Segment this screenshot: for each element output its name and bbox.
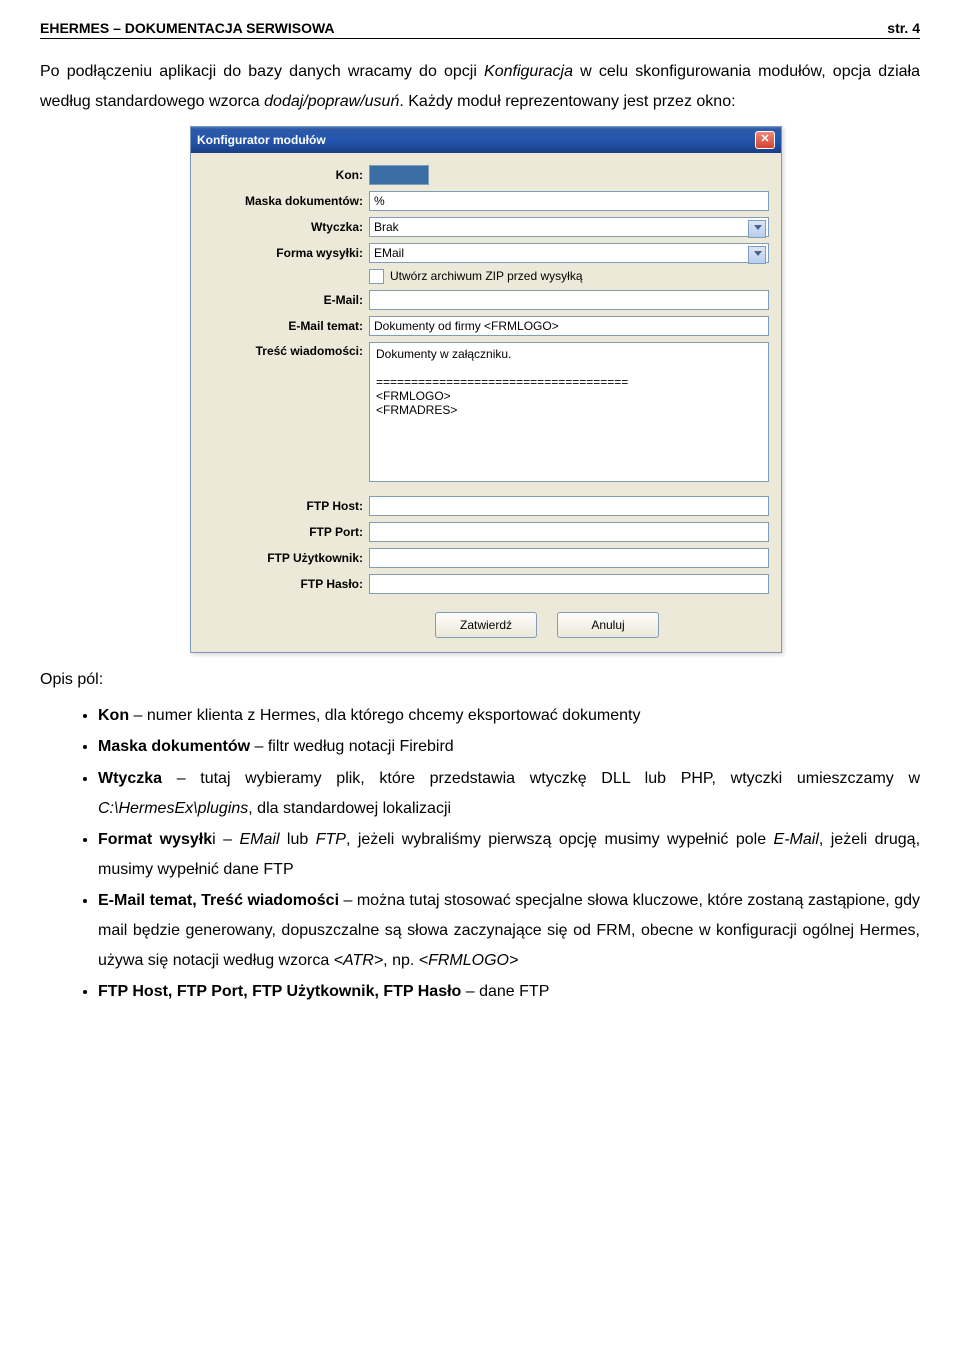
label-wtyczka: Wtyczka: xyxy=(203,220,369,234)
list-item: Format wysyłki – EMail lub FTP, jeżeli w… xyxy=(98,825,920,884)
label-ftpuser: FTP Użytkownik: xyxy=(203,551,369,565)
opis-list: Kon – numer klienta z Hermes, dla któreg… xyxy=(40,701,920,1007)
input-ftphost[interactable] xyxy=(369,496,769,516)
label-tresc: Treść wiadomości: xyxy=(203,342,369,358)
input-ftppass[interactable] xyxy=(369,574,769,594)
input-ftpuser[interactable] xyxy=(369,548,769,568)
opis-heading: Opis pól: xyxy=(40,671,920,689)
chevron-down-icon xyxy=(754,251,762,256)
textarea-tresc[interactable]: Dokumenty w załączniku. ================… xyxy=(369,342,769,482)
list-item: FTP Host, FTP Port, FTP Użytkownik, FTP … xyxy=(98,977,920,1007)
label-temat: E-Mail temat: xyxy=(203,319,369,333)
input-kon[interactable] xyxy=(369,165,429,185)
list-item: Wtyczka – tutaj wybieramy plik, które pr… xyxy=(98,764,920,823)
close-icon[interactable]: ✕ xyxy=(755,131,775,149)
label-zip: Utwórz archiwum ZIP przed wysyłką xyxy=(390,269,583,283)
input-ftpport[interactable] xyxy=(369,522,769,542)
input-email[interactable] xyxy=(369,290,769,310)
select-forma[interactable]: EMail xyxy=(369,243,769,263)
window-title: Konfigurator modułów xyxy=(197,133,326,147)
form-body: Kon: Maska dokumentów: % Wtyczka: Brak F… xyxy=(191,153,781,652)
intro-paragraph: Po podłączeniu aplikacji do bazy danych … xyxy=(40,57,920,118)
list-item: Kon – numer klienta z Hermes, dla któreg… xyxy=(98,701,920,731)
page-header: EHERMES – DOKUMENTACJA SERWISOWA str. 4 xyxy=(40,20,920,39)
label-forma: Forma wysyłki: xyxy=(203,246,369,260)
input-maska[interactable]: % xyxy=(369,191,769,211)
ok-button[interactable]: Zatwierdź xyxy=(435,612,537,638)
header-right: str. 4 xyxy=(887,20,920,36)
label-email: E-Mail: xyxy=(203,293,369,307)
label-ftphost: FTP Host: xyxy=(203,499,369,513)
input-temat[interactable]: Dokumenty od firmy <FRMLOGO> xyxy=(369,316,769,336)
titlebar: Konfigurator modułów ✕ xyxy=(191,127,781,153)
label-kon: Kon: xyxy=(203,168,369,182)
list-item: Maska dokumentów – filtr według notacji … xyxy=(98,732,920,762)
label-maska: Maska dokumentów: xyxy=(203,194,369,208)
chevron-down-icon xyxy=(754,225,762,230)
checkbox-zip[interactable] xyxy=(369,269,384,284)
header-left: EHERMES – DOKUMENTACJA SERWISOWA xyxy=(40,20,335,36)
select-wtyczka[interactable]: Brak xyxy=(369,217,769,237)
list-item: E-Mail temat, Treść wiadomości – można t… xyxy=(98,886,920,975)
label-ftppass: FTP Hasło: xyxy=(203,577,369,591)
config-window: Konfigurator modułów ✕ Kon: Maska dokume… xyxy=(190,126,782,653)
label-ftpport: FTP Port: xyxy=(203,525,369,539)
cancel-button[interactable]: Anuluj xyxy=(557,612,659,638)
